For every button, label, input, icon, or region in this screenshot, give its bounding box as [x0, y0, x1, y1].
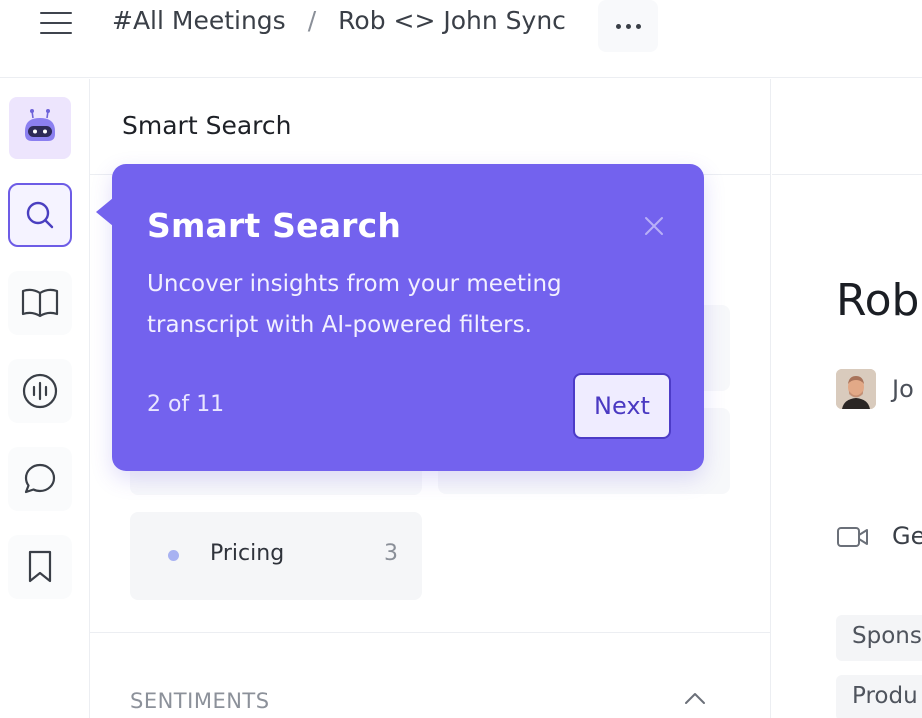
close-icon[interactable] [640, 212, 668, 240]
audio-wave-icon [22, 373, 58, 409]
search-icon [26, 201, 54, 229]
bookmarks-button[interactable] [8, 535, 72, 599]
hamburger-icon[interactable] [38, 10, 74, 36]
left-icon-rail [0, 79, 90, 718]
video-call-label[interactable]: Ge [892, 522, 922, 550]
meeting-title: Rob [836, 275, 920, 326]
bookmark-icon [28, 550, 52, 583]
smart-search-button[interactable] [8, 183, 72, 247]
avatar [836, 369, 876, 409]
topic-tag[interactable]: Spons [836, 615, 922, 661]
meeting-header [772, 79, 922, 175]
notes-button[interactable] [8, 271, 72, 335]
comments-button[interactable] [8, 447, 72, 511]
next-button[interactable]: Next [573, 373, 671, 439]
breadcrumb-all-meetings[interactable]: #All Meetings [112, 6, 286, 35]
top-bar: #All Meetings / Rob <> John Sync [0, 0, 922, 78]
chat-bubble-icon [24, 463, 56, 494]
onboarding-tooltip: Smart Search Uncover insights from your … [96, 164, 704, 471]
robot-icon [25, 109, 55, 141]
tooltip-step-counter: 2 of 11 [147, 392, 225, 417]
topic-label: Pricing [210, 541, 285, 566]
audio-button[interactable] [8, 359, 72, 423]
breadcrumb-separator: / [307, 6, 317, 35]
meeting-details-panel: Rob Jo Ge Spons Produ [772, 79, 922, 718]
topic-count: 3 [384, 541, 398, 566]
video-camera-icon [837, 527, 868, 547]
tooltip-description: Uncover insights from your meeting trans… [147, 271, 562, 338]
topic-color-dot [168, 550, 179, 561]
topic-tile-pricing[interactable]: Pricing 3 [130, 512, 422, 600]
topic-tag[interactable]: Produ [836, 675, 922, 718]
book-open-icon [21, 288, 59, 318]
chevron-up-icon[interactable] [684, 691, 706, 705]
panel-title: Smart Search [122, 111, 292, 140]
participant-name: Jo [892, 375, 914, 403]
more-horizontal-icon [615, 23, 621, 29]
sentiments-heading: SENTIMENTS [130, 689, 270, 713]
more-options-button[interactable] [598, 0, 658, 52]
divider [90, 632, 771, 633]
panel-header: Smart Search [90, 79, 771, 175]
breadcrumb: #All Meetings / Rob <> John Sync [112, 6, 566, 35]
assistant-bot-button[interactable] [9, 97, 71, 159]
breadcrumb-current-meeting: Rob <> John Sync [338, 6, 566, 35]
tooltip-title: Smart Search [147, 206, 402, 245]
tooltip-arrow [96, 198, 113, 226]
